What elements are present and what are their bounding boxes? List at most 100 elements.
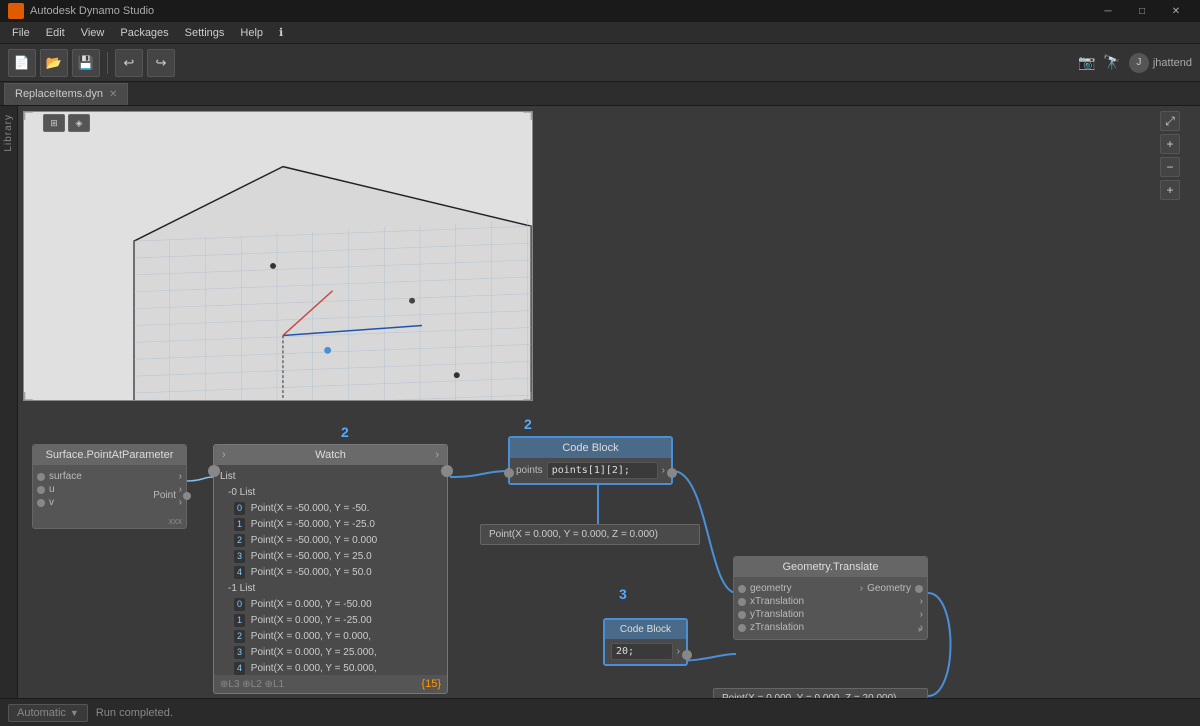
- watch-item-0-1: 1 Point(X = -50.000, Y = -25.0: [232, 517, 443, 533]
- codeblock2-code-input[interactable]: 20;: [611, 643, 673, 660]
- port-in-xtrans[interactable]: [738, 598, 746, 606]
- port-label-u: u: [49, 484, 55, 495]
- watch-item-0-0: 0 Point(X = -50.000, Y = -50.: [232, 501, 443, 517]
- port-out-area: Point: [153, 490, 191, 501]
- node-geometry-translate[interactable]: Geometry.Translate geometry › Geometry x…: [733, 556, 928, 640]
- port-in-v[interactable]: [37, 499, 45, 507]
- zoom-fit-button[interactable]: +: [1160, 180, 1180, 200]
- port-in-ztrans[interactable]: [738, 624, 746, 632]
- run-mode-dropdown-icon[interactable]: ▼: [70, 708, 79, 718]
- port-in-geometry[interactable]: [738, 585, 746, 593]
- port-arrow-right: ›: [435, 449, 439, 461]
- menu-settings[interactable]: Settings: [177, 25, 233, 41]
- node-number-codeblock2: 3: [619, 586, 627, 602]
- port-out-geometry[interactable]: [915, 585, 923, 593]
- watch-count: {15}: [421, 678, 441, 690]
- redo-button[interactable]: ↪: [147, 49, 175, 77]
- close-button[interactable]: ✕: [1160, 0, 1192, 22]
- port-label-surface: surface: [49, 471, 82, 482]
- menu-edit[interactable]: Edit: [38, 25, 73, 41]
- fit-view-button[interactable]: ⤢: [1160, 111, 1180, 131]
- codeblock2-header: Code Block: [605, 620, 686, 639]
- library-label[interactable]: Library: [3, 114, 14, 152]
- port-out-label: Point: [153, 490, 176, 501]
- window-controls: ─ □ ✕: [1092, 0, 1192, 22]
- watch-footer-levels: ⊕L3 ⊕L2 ⊕L1: [220, 679, 284, 690]
- menu-info[interactable]: ℹ: [271, 24, 291, 41]
- codeblock2-chevron: ›: [677, 646, 680, 657]
- port-row-ytrans: yTranslation ›: [738, 609, 923, 620]
- watch-footer: ⊕L3 ⊕L2 ⊕L1 {15}: [214, 675, 447, 693]
- save-button[interactable]: 💾: [72, 49, 100, 77]
- port-out-codeblock2[interactable]: [682, 650, 692, 660]
- watch-title: Watch: [315, 449, 346, 461]
- camera-icon[interactable]: 📷: [1078, 54, 1095, 71]
- codeblock2-body: 20; ›: [605, 639, 686, 664]
- node-surface-point-at-parameter[interactable]: Surface.PointAtParameter surface › u › v…: [32, 444, 187, 529]
- port-in-ytrans[interactable]: [738, 611, 746, 619]
- restore-button[interactable]: □: [1126, 0, 1158, 22]
- port-out-watch[interactable]: [441, 465, 453, 477]
- chevron-geometry: ›: [860, 583, 863, 594]
- port-row-xtrans: xTranslation ›: [738, 596, 923, 607]
- port-in-surface[interactable]: [37, 473, 45, 481]
- watch-body[interactable]: List -0 List 0 Point(X = -50.000, Y = -5…: [214, 465, 447, 675]
- tabbar: ReplaceItems.dyn ✕: [0, 82, 1200, 106]
- open-button[interactable]: 📂: [40, 49, 68, 77]
- viewport-svg: [24, 112, 532, 400]
- node-watch[interactable]: › Watch › List -0 List 0 Point(X = -50.0…: [213, 444, 448, 694]
- user-info: J jhattend: [1129, 53, 1192, 73]
- view-icon[interactable]: 🔭: [1103, 54, 1120, 71]
- menu-view[interactable]: View: [73, 25, 113, 41]
- node-codeblock-1[interactable]: 2 Code Block points points[1][2]; ›: [508, 436, 673, 485]
- port-out-point[interactable]: [183, 492, 191, 500]
- zoom-in-button[interactable]: +: [1160, 134, 1180, 154]
- username: jhattend: [1153, 57, 1192, 69]
- codeblock1-port-label: points: [516, 465, 543, 476]
- view-bg-btn[interactable]: ◈: [68, 114, 90, 132]
- zoom-out-button[interactable]: −: [1160, 157, 1180, 177]
- tab-label: ReplaceItems.dyn: [15, 88, 103, 100]
- watch-item-list: List: [218, 469, 443, 485]
- status-text: Run completed.: [96, 707, 173, 719]
- watch-item-1-0: 0 Point(X = 0.000, Y = -50.00: [232, 597, 443, 613]
- translate-output-display: Point(X = 0.000, Y = 0.000, Z = 20.000): [713, 688, 928, 698]
- port-row-ztrans: zTranslation ›: [738, 622, 923, 633]
- port-out-codeblock1[interactable]: [667, 468, 677, 478]
- new-button[interactable]: 📄: [8, 49, 36, 77]
- watch-item-0list: -0 List: [226, 485, 443, 501]
- port-row-surface: surface ›: [37, 471, 182, 482]
- main-area: Library: [0, 106, 1200, 698]
- node-surface-header: Surface.PointAtParameter: [33, 445, 186, 465]
- node-codeblock-2[interactable]: Code Block 20; ›: [603, 618, 688, 666]
- app-title: Autodesk Dynamo Studio: [30, 5, 1092, 17]
- port-label-geometry: geometry: [750, 583, 792, 594]
- port-label-ytrans: yTranslation: [750, 609, 804, 620]
- port-in-u[interactable]: [37, 486, 45, 494]
- canvas[interactable]: ⊞ ◈ ⤢ + − +: [18, 106, 1200, 698]
- viewport-inner: [24, 112, 532, 400]
- translate-expand-icon: ▸: [918, 624, 923, 635]
- view-grid-btn[interactable]: ⊞: [43, 114, 65, 132]
- port-in-codeblock1[interactable]: [504, 468, 514, 478]
- watch-item-0-2: 2 Point(X = -50.000, Y = 0.000: [232, 533, 443, 549]
- tab-close-button[interactable]: ✕: [109, 89, 117, 100]
- statusbar: Automatic ▼ Run completed.: [0, 698, 1200, 726]
- library-panel[interactable]: Library: [0, 106, 18, 698]
- run-mode-selector[interactable]: Automatic ▼: [8, 704, 88, 722]
- node-surface-footer: xxx: [33, 514, 186, 528]
- menu-packages[interactable]: Packages: [112, 25, 176, 41]
- menubar: File Edit View Packages Settings Help ℹ: [0, 22, 1200, 44]
- codeblock1-code: points[1][2];: [552, 465, 630, 476]
- codeblock1-number: 2: [524, 416, 532, 432]
- port-in-watch[interactable]: [208, 465, 220, 477]
- tab-replaceitems[interactable]: ReplaceItems.dyn ✕: [4, 83, 128, 105]
- menu-help[interactable]: Help: [232, 25, 271, 41]
- undo-button[interactable]: ↩: [115, 49, 143, 77]
- watch-item-1-2: 2 Point(X = 0.000, Y = 0.000,: [232, 629, 443, 645]
- codeblock1-code-input[interactable]: points[1][2];: [547, 462, 658, 479]
- minimize-button[interactable]: ─: [1092, 0, 1124, 22]
- menu-file[interactable]: File: [4, 25, 38, 41]
- node-translate-body: geometry › Geometry xTranslation › yTran…: [734, 577, 927, 639]
- codeblock1-chevron: ›: [662, 465, 665, 476]
